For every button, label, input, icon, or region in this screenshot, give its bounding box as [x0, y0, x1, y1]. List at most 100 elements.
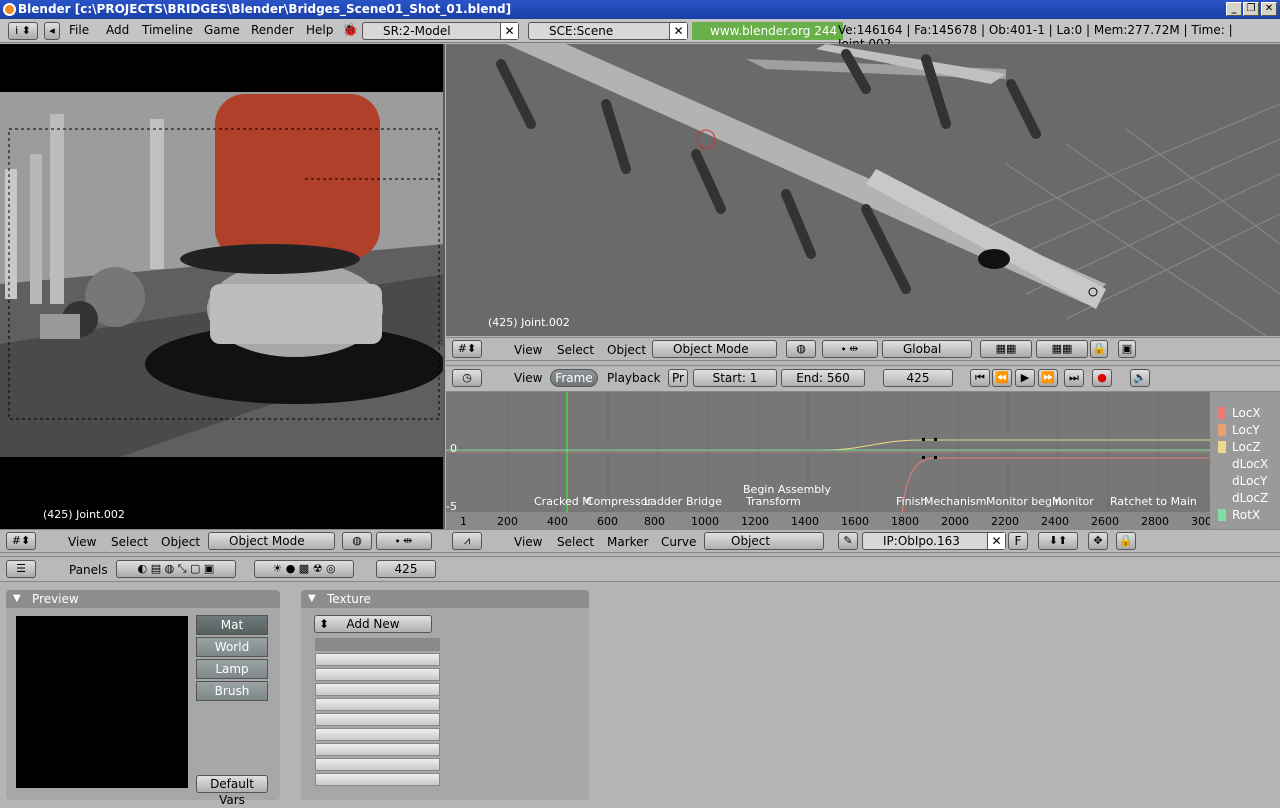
pivot-icon[interactable]: ⬩ ⇹ [376, 532, 432, 550]
copy-paste-icon[interactable]: ⬇⬆ [1038, 532, 1078, 550]
end-frame-field[interactable]: End: 560 [781, 369, 865, 387]
frame-field[interactable]: 425 [376, 560, 436, 578]
ipo-window-type-icon[interactable]: ⩘ [452, 532, 482, 550]
dropdown-icon: ⬍ [319, 617, 330, 631]
pivot-icon[interactable]: ⬩ ⇹ [822, 340, 878, 358]
menu-select[interactable]: Select [557, 343, 594, 357]
close-button[interactable]: ✕ [1261, 2, 1277, 16]
unlink-ipo-icon[interactable]: ✕ [987, 533, 1005, 549]
preview-panel-header[interactable]: Preview [6, 590, 280, 608]
menu-view[interactable]: View [514, 343, 542, 357]
play-icon[interactable]: ▶ [1015, 369, 1035, 387]
draw-type-icon[interactable]: ◍ [786, 340, 816, 358]
maximize-button[interactable]: ❐ [1243, 2, 1259, 16]
channel-dlocx[interactable]: dLocX [1232, 457, 1268, 471]
render-preview-icon[interactable]: ▣ [1118, 340, 1136, 358]
3d-view-window-type-icon[interactable]: #⬍ [6, 532, 36, 550]
ipo-curve-editor[interactable]: 0 -5 Cracked M Compressor Ladder Bridge … [446, 392, 1280, 529]
channel-dlocz[interactable]: dLocZ [1232, 491, 1268, 505]
jump-start-icon[interactable]: ⏮ [970, 369, 990, 387]
texture-channel-slot[interactable] [315, 638, 440, 651]
3d-view-window-type-icon[interactable]: #⬍ [452, 340, 482, 358]
texture-channel-slot[interactable] [315, 683, 440, 696]
ipo-menu-curve[interactable]: Curve [661, 535, 696, 549]
draw-type-icon[interactable]: ◍ [342, 532, 372, 550]
channel-rotx[interactable]: RotX [1232, 508, 1260, 522]
lock-icon[interactable]: 🔒 [1116, 532, 1136, 550]
texture-channel-slot[interactable] [315, 698, 440, 711]
texture-channel-slot[interactable] [315, 713, 440, 726]
ipo-block-selector[interactable]: IP:ObIpo.163 ✕ [862, 532, 1006, 550]
orientation-selector[interactable]: Global [882, 340, 972, 358]
screen-selector[interactable]: SR:2-Model ✕ [362, 22, 519, 40]
camera-viewport[interactable]: (425) Joint.002 [0, 44, 445, 529]
menu-view[interactable]: View [68, 535, 96, 549]
ipo-type-selector[interactable]: Object [704, 532, 824, 550]
layers-1-icon[interactable]: ▦▦ [980, 340, 1032, 358]
next-keyframe-icon[interactable]: ⏩ [1038, 369, 1058, 387]
perspective-viewport[interactable]: (425) Joint.002 [446, 44, 1280, 336]
channel-swatch[interactable] [1218, 407, 1226, 419]
menu-add[interactable]: Add [106, 23, 129, 37]
add-new-texture-button[interactable]: ⬍ Add New [314, 615, 432, 633]
menu-timeline[interactable]: Timeline [142, 23, 193, 37]
pin-icon[interactable]: ✎ [838, 532, 858, 550]
menu-help[interactable]: Help [306, 23, 333, 37]
texture-channel-slot[interactable] [315, 668, 440, 681]
ipo-menu-marker[interactable]: Marker [607, 535, 648, 549]
channel-dlocy[interactable]: dLocY [1232, 474, 1267, 488]
ipo-menu-select[interactable]: Select [557, 535, 594, 549]
current-frame-field[interactable]: 425 [883, 369, 953, 387]
fake-user-button[interactable]: F [1008, 532, 1028, 550]
texture-channel-slot[interactable] [315, 743, 440, 756]
lock-icon[interactable]: 🔒 [1090, 340, 1108, 358]
menu-render[interactable]: Render [251, 23, 294, 37]
menu-file[interactable]: File [69, 23, 89, 37]
texture-channel-slot[interactable] [315, 773, 440, 786]
channel-swatch[interactable] [1218, 441, 1226, 453]
texture-channel-slot[interactable] [315, 728, 440, 741]
channel-swatch[interactable] [1218, 509, 1226, 521]
view-all-icon[interactable]: ✥ [1088, 532, 1108, 550]
menu-select[interactable]: Select [111, 535, 148, 549]
collapse-menu-icon[interactable]: ◂ [44, 22, 60, 40]
mode-selector[interactable]: Object Mode [208, 532, 335, 550]
start-frame-field[interactable]: Start: 1 [693, 369, 777, 387]
channel-locz[interactable]: LocZ [1232, 440, 1261, 454]
layers-2-icon[interactable]: ▦▦ [1036, 340, 1088, 358]
timeline-menu-frame[interactable]: Frame [550, 369, 598, 387]
scene-selector[interactable]: SCE:Scene ✕ [528, 22, 688, 40]
channel-swatch[interactable] [1218, 424, 1226, 436]
delete-screen-icon[interactable]: ✕ [500, 23, 518, 39]
panels-menu[interactable]: Panels [69, 563, 108, 577]
ipo-menu-view[interactable]: View [514, 535, 542, 549]
menu-object[interactable]: Object [607, 343, 646, 357]
delete-scene-icon[interactable]: ✕ [669, 23, 687, 39]
record-icon[interactable]: ● [1092, 369, 1112, 387]
preview-tab-lamp[interactable]: Lamp [196, 659, 268, 679]
menu-game[interactable]: Game [204, 23, 240, 37]
context-tabs-icon[interactable]: ◐ ▤ ◍ ⤡ ▢ ▣ [116, 560, 236, 578]
prev-keyframe-icon[interactable]: ⏪ [992, 369, 1012, 387]
minimize-button[interactable]: _ [1226, 2, 1242, 16]
channel-locy[interactable]: LocY [1232, 423, 1260, 437]
preview-tab-mat[interactable]: Mat [196, 615, 268, 635]
channel-locx[interactable]: LocX [1232, 406, 1261, 420]
timeline-menu-playback[interactable]: Playback [607, 371, 661, 385]
info-window-type-icon[interactable]: i ⬍ [8, 22, 38, 40]
menu-object[interactable]: Object [161, 535, 200, 549]
jump-end-icon[interactable]: ⏭ [1064, 369, 1084, 387]
preview-tab-brush[interactable]: Brush [196, 681, 268, 701]
buttons-window-type-icon[interactable]: ☰ [6, 560, 36, 578]
sub-context-tabs-icon[interactable]: ☀ ● ▩ ☢ ◎ [254, 560, 354, 578]
timeline-menu-view[interactable]: View [514, 371, 542, 385]
default-vars-button[interactable]: Default Vars [196, 775, 268, 807]
mode-selector[interactable]: Object Mode [652, 340, 777, 358]
texture-channel-slot[interactable] [315, 653, 440, 666]
texture-channel-slot[interactable] [315, 758, 440, 771]
preview-tab-world[interactable]: World [196, 637, 268, 657]
timeline-window-type-icon[interactable]: ◷ [452, 369, 482, 387]
preview-range-button[interactable]: Pr [668, 369, 688, 387]
texture-panel-header[interactable]: Texture [301, 590, 589, 608]
audio-scrub-icon[interactable]: 🔈 [1130, 369, 1150, 387]
